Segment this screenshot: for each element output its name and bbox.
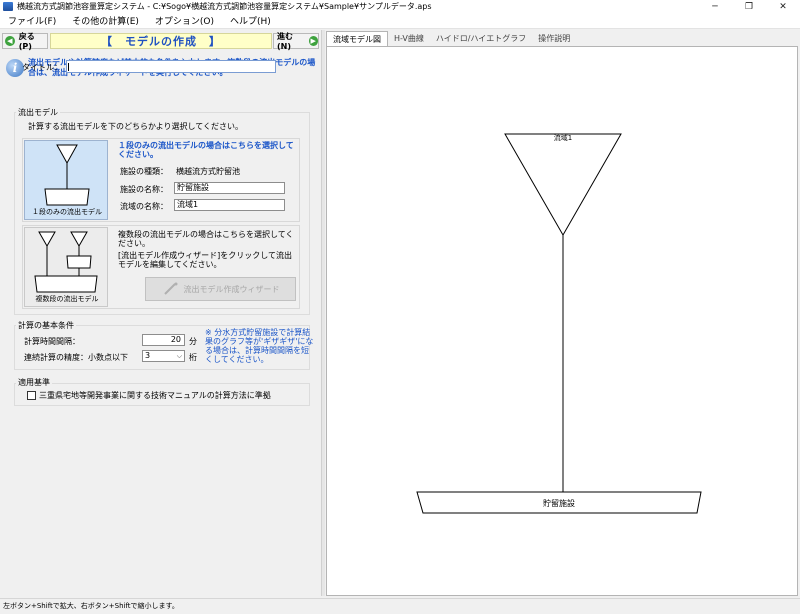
multi-model-caption: 複数段の流出モデル [35, 295, 99, 303]
basin-label: 流域1 [554, 133, 572, 142]
back-button[interactable]: ◀ 戻る(P) [2, 32, 48, 51]
restore-icon[interactable]: ❐ [732, 0, 766, 13]
basin-triangle [504, 133, 622, 237]
next-button-label: 進む(N) [277, 32, 293, 51]
menu-bar: ファイル(F) その他の計算(E) オプション(O) ヘルプ(H) [0, 13, 800, 29]
basin-name-label: 流域の名称： [120, 202, 168, 211]
single-model-icon [44, 144, 90, 206]
view-tabs: 流域モデル図 H-V曲線 ハイドロ/ハイエトグラフ 操作説明 [326, 31, 576, 46]
facility-name-label: 施設の名称： [120, 185, 168, 194]
back-arrow-icon: ◀ [5, 36, 15, 46]
outflow-wizard-label: 流出モデル作成ウィザード [183, 284, 280, 294]
facility-label: 貯留施設 [543, 498, 575, 508]
panel-splitter[interactable] [321, 30, 325, 596]
tab-instructions[interactable]: 操作説明 [532, 31, 576, 46]
precision-select[interactable]: 3 ⌵ [142, 350, 185, 362]
interval-label: 計算時間間隔： [24, 337, 80, 346]
multi-model-icon [34, 231, 98, 293]
facility-type-value: 横越流方式貯留池 [176, 167, 240, 176]
back-button-label: 戻る(P) [18, 32, 35, 51]
tab-basin-model[interactable]: 流域モデル図 [326, 31, 388, 46]
minimize-icon[interactable]: ─ [698, 0, 732, 13]
menu-file[interactable]: ファイル(F) [0, 14, 64, 27]
facility-type-label: 施設の種類： [120, 167, 168, 176]
app-icon [3, 2, 13, 11]
title-field-label: タイトル： [22, 63, 62, 72]
close-icon[interactable]: ✕ [766, 0, 800, 13]
multi-model-text-2: [流出モデル作成ウィザード]をクリックして流出モデルを編集してください。 [118, 251, 292, 269]
page-title: 【 モデルの作成 】 [50, 33, 272, 49]
facility-name-input[interactable]: 貯留施設 [174, 182, 285, 194]
calc-conditions-group-label: 計算の基本条件 [16, 320, 76, 331]
interval-input[interactable]: 20 [142, 334, 185, 346]
menu-help[interactable]: ヘルプ(H) [222, 14, 279, 27]
tab-hv-curve[interactable]: H-V曲線 [388, 31, 430, 46]
calc-note: ※ 分水方式貯留施設で計算結果のグラフ等が'ギザギザ'になる場合は、計算時間間隔… [205, 328, 314, 364]
title-input[interactable] [66, 60, 276, 73]
basin-name-input[interactable]: 流域1 [174, 199, 285, 211]
text-caret [68, 63, 69, 71]
window-title: 横越流方式調節池容量算定システム - C:¥Sogo¥横越流方式調節池容量算定シ… [17, 2, 432, 11]
wizard-wand-icon [163, 282, 177, 295]
next-button[interactable]: 進む(N) ▶ [273, 32, 319, 51]
status-bar: 左ボタン+Shiftで拡大、右ボタン+Shiftで縮小します。 [0, 598, 800, 614]
standard-checkbox[interactable] [27, 391, 36, 400]
outflow-wizard-button[interactable]: 流出モデル作成ウィザード [145, 277, 296, 301]
menu-other-calc[interactable]: その他の計算(E) [64, 14, 147, 27]
precision-select-value: 3 [145, 351, 151, 360]
standard-checkbox-label: 三重県宅地等開発事業に関する技術マニュアルの計算方法に準拠 [39, 391, 271, 400]
interval-unit: 分 [189, 337, 197, 346]
tab-hydrograph[interactable]: ハイドロ/ハイエトグラフ [430, 31, 532, 46]
model-diagram-canvas[interactable]: 流域1 貯留施設 [326, 46, 798, 596]
precision-label: 連続計算の精度：小数点以下 [24, 353, 128, 362]
multi-model-card[interactable]: 複数段の流出モデル [24, 227, 108, 307]
title-bar: 横越流方式調節池容量算定システム - C:¥Sogo¥横越流方式調節池容量算定シ… [0, 0, 800, 13]
single-model-card[interactable]: １段のみの流出モデル [24, 140, 108, 220]
model-diagram: 流域1 貯留施設 [416, 133, 702, 514]
next-arrow-icon: ▶ [308, 36, 318, 46]
outflow-model-group-label: 流出モデル [16, 107, 60, 118]
chevron-down-icon: ⌵ [176, 352, 182, 360]
single-model-heading: １段のみの流出モデルの場合はこちらを選択してください。 [118, 141, 294, 159]
menu-options[interactable]: オプション(O) [147, 14, 222, 27]
precision-unit: 桁 [189, 353, 197, 362]
window-controls: ─ ❐ ✕ [698, 0, 800, 13]
outflow-model-instruction: 計算する流出モデルを下のどちらかより選択してください。 [28, 122, 243, 131]
multi-model-text-1: 複数段の流出モデルの場合はこちらを選択してください。 [118, 230, 294, 248]
nav-row: ◀ 戻る(P) 【 モデルの作成 】 進む(N) ▶ [2, 32, 319, 51]
single-model-caption: １段のみの流出モデル [32, 208, 102, 216]
standard-group-label: 適用基準 [16, 377, 52, 388]
